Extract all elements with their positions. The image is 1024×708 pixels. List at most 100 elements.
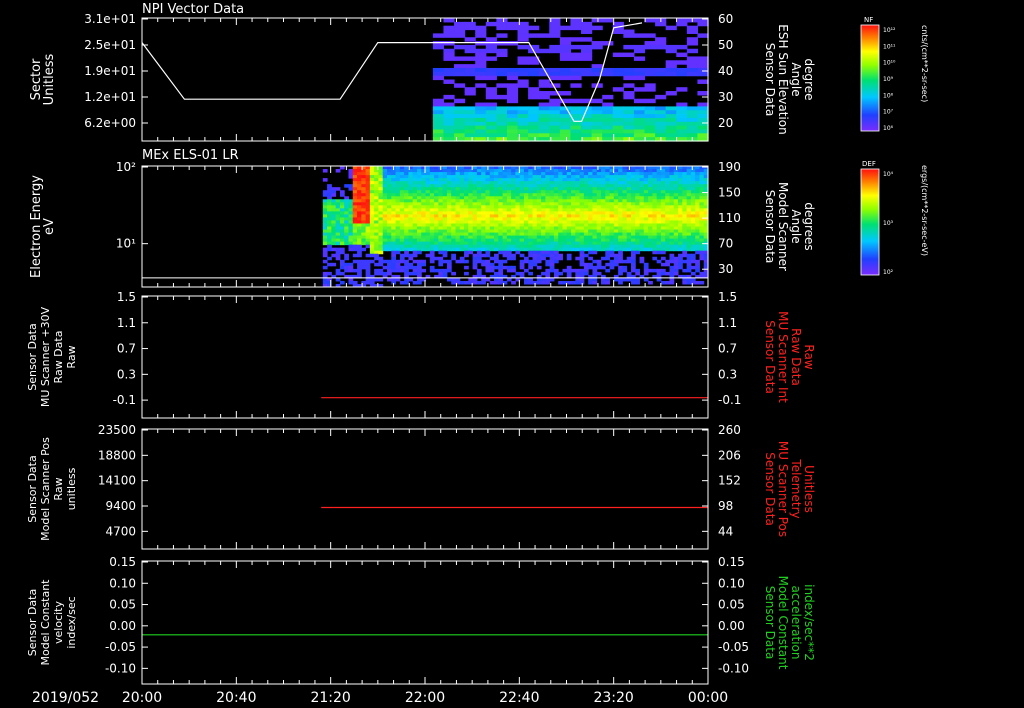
spectrogram-cell: [601, 280, 606, 285]
spectrogram-cell: [575, 229, 581, 234]
spectrogram-cell: [669, 193, 675, 197]
spectrogram-cell: [673, 226, 679, 231]
spectrogram-cell: [485, 238, 491, 243]
spectrogram-cell: [618, 223, 623, 227]
spectrogram-cell: [455, 214, 461, 218]
spectrogram-cell: [592, 193, 598, 197]
spectrogram-cell: [566, 196, 572, 200]
panel-title: MEx ELS-01 LR: [142, 148, 239, 163]
spectrogram-cell: [412, 187, 418, 191]
spectrogram-cell: [391, 184, 397, 188]
spectrogram-cell: [613, 169, 619, 173]
spectrogram-cell: [623, 91, 635, 96]
spectrogram-cell: [690, 196, 696, 200]
spectrogram-cell: [335, 223, 341, 227]
spectrogram-cell: [678, 205, 683, 209]
spectrogram-cell: [669, 238, 675, 243]
spectrogram-cell: [682, 193, 688, 197]
spectrogram-cell: [579, 187, 585, 191]
spectrogram-cell: [635, 271, 641, 276]
spectrogram-cell: [541, 280, 546, 285]
spectrogram-cell: [609, 193, 615, 197]
spectrogram-cell: [442, 184, 448, 188]
spectrogram-cell: [494, 229, 499, 234]
spectrogram-cell: [443, 18, 455, 23]
spectrogram-cell: [633, 56, 646, 61]
spectrogram-cell: [442, 229, 448, 234]
spectrogram-cell: [352, 232, 358, 237]
spectrogram-cell: [496, 94, 508, 100]
spectrogram-cell: [335, 268, 341, 273]
spectrogram-cell: [374, 214, 379, 218]
spectrogram-cell: [451, 205, 456, 209]
spectrogram-cell: [464, 110, 476, 115]
spectrogram-cell: [374, 271, 379, 276]
spectrogram-cell: [464, 25, 476, 31]
spectrogram-cell: [695, 262, 700, 267]
spectrogram-cell: [429, 175, 435, 179]
spectrogram-cell: [690, 247, 696, 252]
spectrogram-cell: [421, 217, 427, 221]
spectrogram-cell: [489, 280, 495, 285]
spectrogram-cell: [592, 196, 598, 200]
spectrogram-cell: [536, 181, 542, 185]
spectrogram-cell: [429, 202, 435, 206]
spectrogram-cell: [382, 187, 388, 191]
spectrogram-cell: [374, 229, 379, 234]
spectrogram-cell: [454, 64, 466, 69]
spectrogram-cell: [451, 187, 456, 191]
spectrogram-cell: [425, 226, 431, 231]
spectrogram-cell: [553, 193, 559, 197]
spectrogram-cell: [395, 229, 401, 234]
spectrogram-cell: [434, 193, 439, 197]
spectrogram-cell: [583, 220, 589, 224]
spectrogram-cell: [549, 117, 561, 123]
y2-tick-label: 0.15: [718, 555, 745, 569]
spectrogram-cell: [562, 202, 568, 206]
spectrogram-cell: [699, 247, 705, 252]
spectrogram-cell: [613, 238, 619, 243]
spectrogram-cell: [690, 193, 696, 197]
spectrogram-cell: [442, 214, 448, 218]
spectrogram-cell: [459, 202, 465, 206]
spectrogram-cell: [485, 205, 491, 209]
y-tick-label: 0.10: [109, 576, 136, 590]
spectrogram-cell: [404, 226, 409, 231]
spectrogram-cell: [416, 175, 422, 179]
axis-label-line: Sensor Data: [26, 455, 39, 522]
spectrogram-cell: [443, 133, 455, 138]
spectrogram-cell: [549, 226, 555, 231]
spectrogram-cell: [442, 223, 448, 227]
spectrogram-cell: [475, 64, 487, 69]
spectrogram-cell: [596, 187, 602, 191]
spectrogram-cell: [464, 114, 476, 119]
spectrogram-cell: [697, 110, 709, 115]
spectrogram-cell: [335, 229, 341, 234]
spectrogram-cell: [648, 208, 653, 212]
spectrogram-cell: [652, 187, 658, 191]
spectrogram-cell: [669, 184, 675, 188]
spectrogram-cell: [455, 208, 461, 212]
spectrogram-cell: [665, 202, 670, 206]
spectrogram-cell: [519, 190, 525, 194]
spectrogram-cell: [425, 232, 431, 237]
spectrogram-cell: [673, 247, 679, 252]
spectrogram-cell: [412, 238, 418, 243]
spectrogram-cell: [339, 262, 345, 267]
spectrogram-cell: [408, 256, 414, 261]
spectrogram-cell: [475, 114, 487, 119]
spectrogram-cell: [545, 214, 551, 218]
spectrogram-cell: [348, 226, 354, 231]
spectrogram-cell: [690, 205, 696, 209]
spectrogram-cell: [635, 202, 641, 206]
spectrogram-cell: [352, 220, 358, 224]
spectrogram-cell: [519, 265, 525, 270]
spectrogram-cell: [481, 214, 486, 218]
spectrogram-cell: [566, 232, 572, 237]
spectrogram-cell: [553, 208, 559, 212]
spectrogram-cell: [559, 44, 572, 50]
spectrogram-cell: [605, 250, 611, 255]
spectrogram-cell: [549, 98, 561, 104]
spectrogram-cell: [644, 129, 656, 134]
spectrogram-cell: [476, 271, 482, 276]
